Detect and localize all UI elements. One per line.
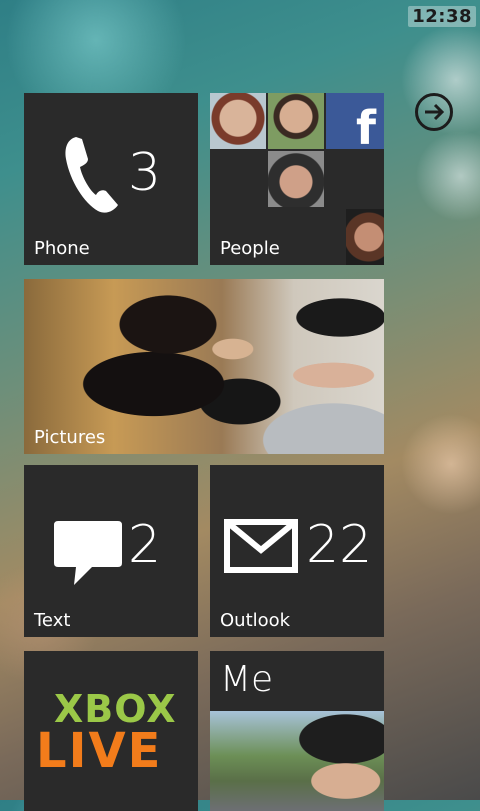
people-tile[interactable]: f People [210,93,384,265]
arrow-right-circle-icon [425,103,445,121]
text-label: Text [34,610,71,631]
facebook-icon: f [355,101,376,149]
status-clock: 12:38 [408,6,476,27]
me-title: Me [220,659,274,700]
text-tile[interactable]: 2 Text [24,465,198,637]
xbox-live-tile[interactable]: XBOX LIVE [24,651,198,811]
phone-label: Phone [34,238,90,259]
speech-bubble-icon [54,521,122,585]
envelope-icon [224,519,298,573]
contact-photo [268,93,324,149]
outlook-label: Outlook [220,610,291,631]
contact-photo [346,209,384,265]
contact-photo [268,151,324,207]
phone-handset-icon [65,137,118,213]
unread-message-count: 2 [128,515,162,575]
pictures-label: Pictures [34,427,106,448]
pictures-tile[interactable]: Pictures [24,279,384,454]
live-logo-text: LIVE [36,723,163,779]
people-label: People [220,238,280,259]
outlook-tile[interactable]: 22 Outlook [210,465,384,637]
unread-email-count: 22 [306,515,373,575]
profile-photo [210,711,384,811]
missed-call-count: 3 [128,143,162,203]
phone-tile[interactable]: 3 Phone [24,93,198,265]
contact-photo [210,93,266,149]
facebook-logo: f [326,93,384,149]
app-list-button[interactable] [415,93,453,131]
me-tile[interactable]: Me [210,651,384,811]
